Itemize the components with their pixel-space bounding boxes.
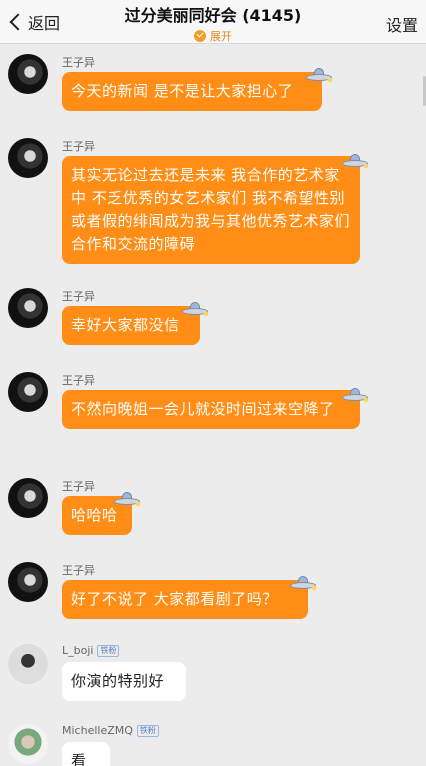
chat-header: 返回 过分美丽同好会 (4145) 展开 设置	[0, 0, 426, 44]
check-circle-icon	[194, 30, 206, 42]
fan-badge: 铁粉	[136, 724, 159, 737]
message-bubble[interactable]: 幸好大家都没信	[62, 306, 200, 345]
settings-button[interactable]: 设置	[386, 12, 418, 36]
expand-toggle[interactable]: 展开	[194, 28, 232, 44]
group-title-block: 过分美丽同好会 (4145) 展开	[80, 2, 346, 46]
chevron-left-icon	[9, 13, 27, 31]
message-bubble[interactable]: 今天的新闻 是不是让大家担心了	[62, 72, 322, 111]
ufo-sticker-icon	[182, 302, 209, 318]
sender-name: MichelleZMQ 铁粉	[62, 724, 159, 737]
avatar[interactable]	[8, 54, 48, 94]
sender-name: 王子异	[62, 56, 95, 69]
avatar[interactable]	[8, 644, 48, 684]
message-bubble[interactable]: 不然向晚姐一会儿就没时间过来空降了	[62, 390, 360, 429]
sender-name: 王子异	[62, 374, 95, 387]
fan-badge: 铁粉	[97, 644, 120, 657]
back-button[interactable]: 返回	[6, 10, 60, 34]
message-bubble[interactable]: 好了不说了 大家都看剧了吗？	[62, 580, 308, 619]
sender-name: 王子异	[62, 290, 95, 303]
ufo-sticker-icon	[342, 388, 369, 404]
avatar[interactable]	[8, 562, 48, 602]
ufo-sticker-icon	[306, 68, 333, 84]
sender-name: 王子异	[62, 480, 95, 493]
ufo-sticker-icon	[114, 492, 141, 508]
back-label: 返回	[28, 14, 61, 33]
message-bubble[interactable]: 看了	[62, 742, 110, 766]
message-bubble[interactable]: 其实无论过去还是未来 我合作的艺术家中 不乏优秀的女艺术家们 我不希望性别或者假…	[62, 156, 360, 264]
avatar[interactable]	[8, 138, 48, 178]
sender-name: L_boji 铁粉	[62, 644, 120, 657]
avatar[interactable]	[8, 288, 48, 328]
avatar[interactable]	[8, 372, 48, 412]
ufo-sticker-icon	[342, 154, 369, 170]
group-title: 过分美丽同好会 (4145)	[124, 6, 302, 25]
ufo-sticker-icon	[290, 576, 317, 592]
sender-name: 王子异	[62, 564, 95, 577]
avatar[interactable]	[8, 724, 48, 764]
message-bubble[interactable]: 你演的特别好	[62, 662, 186, 701]
expand-label: 展开	[210, 30, 232, 43]
avatar[interactable]	[8, 478, 48, 518]
sender-name: 王子异	[62, 140, 95, 153]
